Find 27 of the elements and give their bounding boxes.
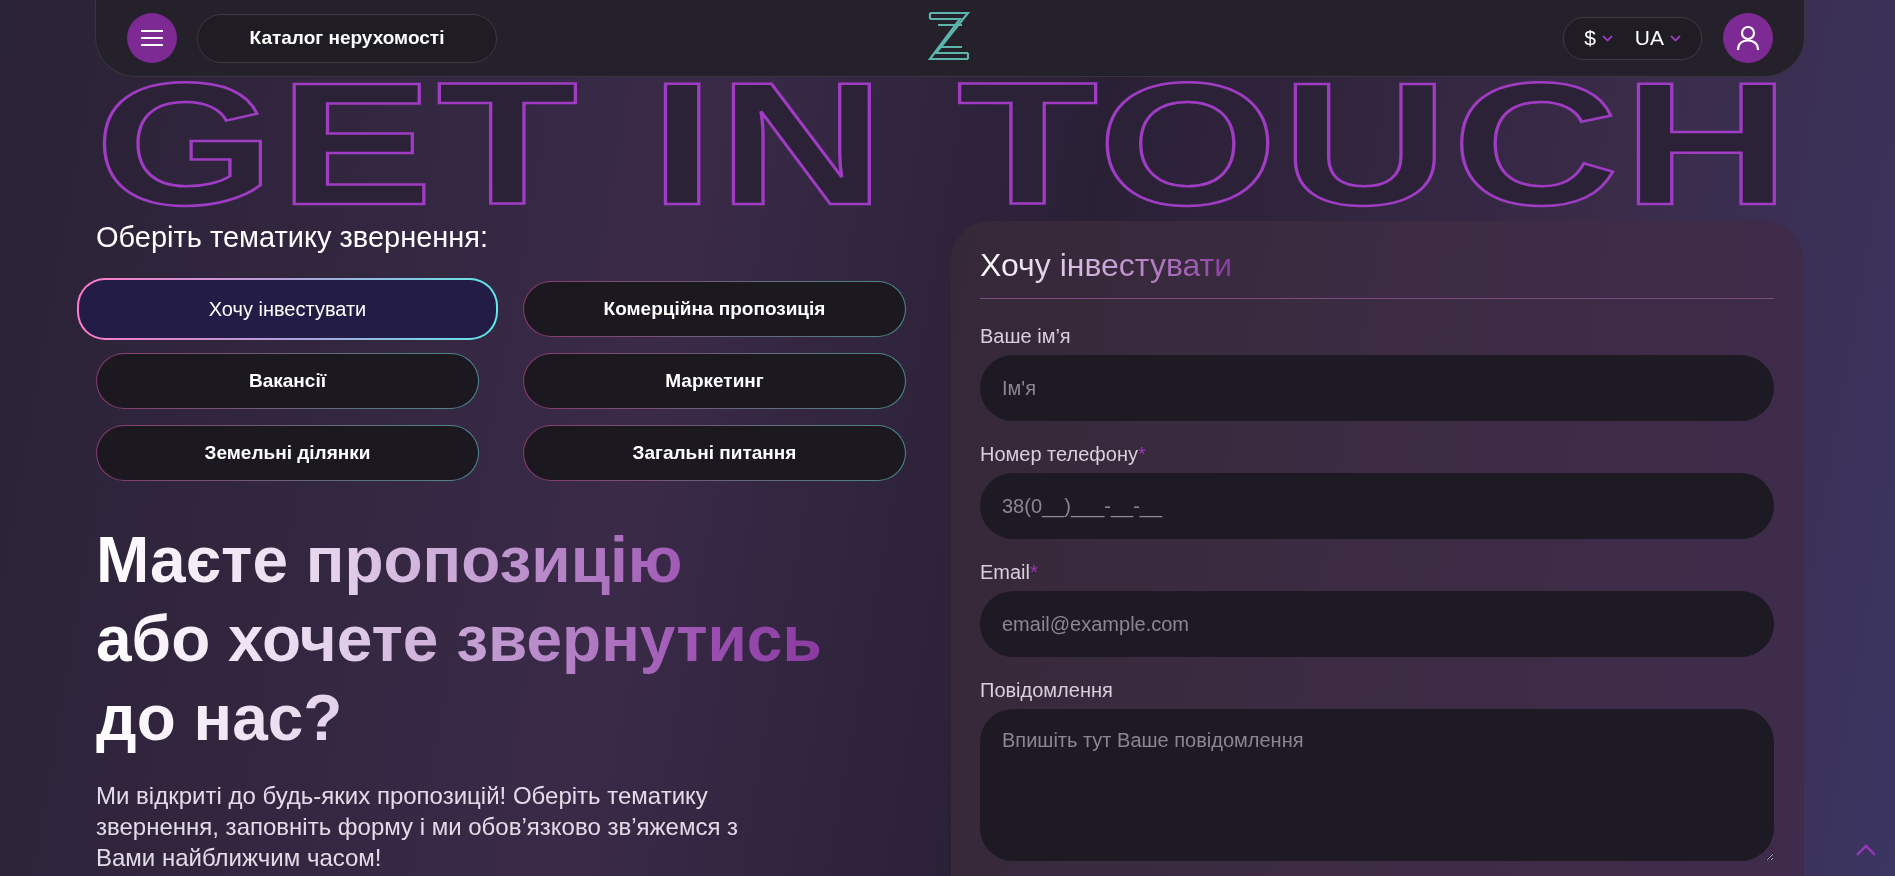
topic-button[interactable]: Хочу інвестувати (77, 278, 498, 340)
text-field[interactable]: email@example.com (980, 591, 1774, 657)
topic-button[interactable]: Земельні ділянки (96, 425, 479, 481)
required-mark: * (1030, 561, 1038, 583)
field-label: Повідомлення (980, 679, 1114, 702)
logo-icon[interactable] (928, 11, 970, 61)
topic-button[interactable]: Загальні питання (523, 425, 906, 481)
field-label: Номер телефону (980, 443, 1138, 465)
field-label: Ваше ім’я (980, 325, 1072, 348)
menu-button[interactable] (127, 13, 177, 63)
topic-button[interactable]: Маркетинг (523, 353, 906, 409)
text-field[interactable]: Ім'я (980, 355, 1774, 421)
language-dropdown[interactable]: UA (1634, 26, 1681, 50)
user-icon (1736, 25, 1760, 51)
message-field[interactable]: Впишіть тут Ваше повідомлення (980, 709, 1774, 861)
currency-dropdown[interactable]: $ (1584, 26, 1613, 50)
intro-text: Ми відкриті до будь-яких пропозицій! Оберіть тематику звернення, заповніть форму і ми обов’язково зв’яжемся з Вами найближчим часом! (96, 781, 740, 873)
text-field[interactable]: 38(0__)___-__-__ (980, 473, 1774, 539)
catalog-button[interactable]: Каталог нерухомості (197, 13, 497, 63)
required-mark: * (1137, 443, 1146, 465)
topic-button[interactable]: Комерційна пропозиція (523, 281, 906, 337)
chevron-down-icon (1601, 34, 1613, 42)
profile-button[interactable] (1723, 13, 1773, 63)
chevron-down-icon (1670, 34, 1681, 42)
topic-button[interactable]: Вакансії (96, 353, 479, 409)
menu-icon (141, 30, 163, 46)
field-label: Email (980, 561, 1030, 583)
